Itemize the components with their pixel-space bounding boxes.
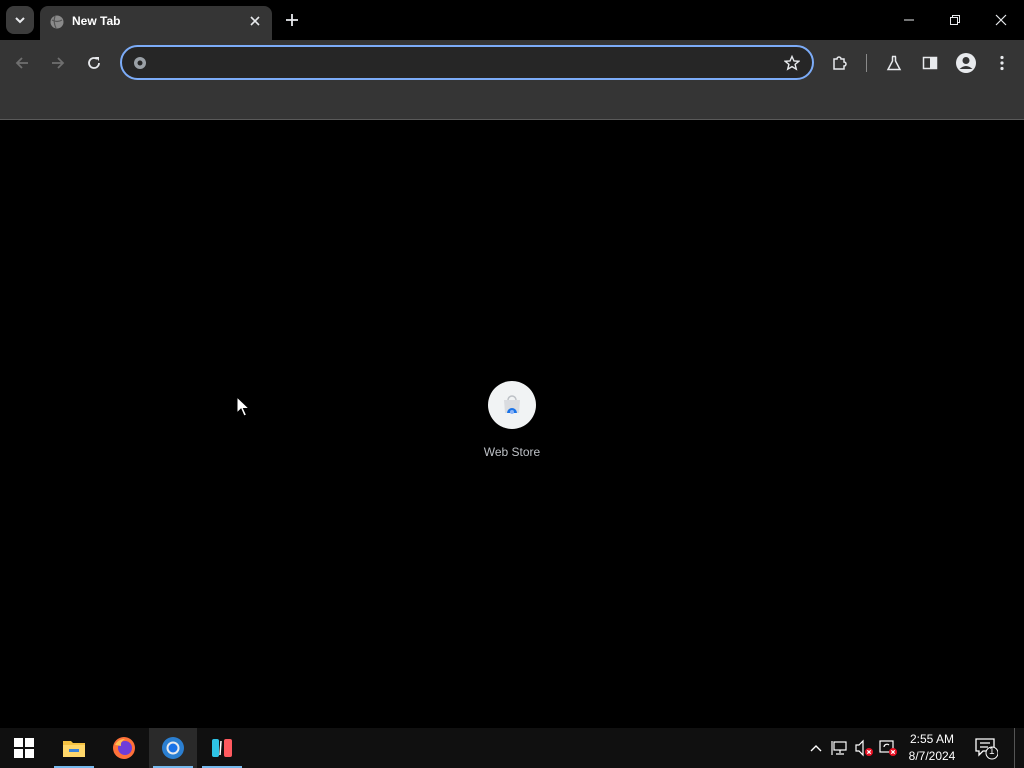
back-button[interactable] — [8, 49, 36, 77]
title-bar: New Tab — [0, 0, 1024, 40]
update-error-icon — [879, 740, 897, 756]
taskbar-file-explorer[interactable] — [50, 728, 98, 768]
browser-toolbar — [0, 40, 1024, 86]
restore-button[interactable] — [932, 0, 978, 40]
tab-new-tab[interactable]: New Tab — [40, 6, 272, 40]
close-tab-button[interactable] — [246, 12, 264, 30]
plus-icon — [286, 14, 298, 26]
clock-date: 8/7/2024 — [908, 749, 956, 763]
chrome-logo-icon — [134, 57, 146, 69]
globe-icon — [50, 15, 64, 29]
menu-button[interactable] — [988, 49, 1016, 77]
clock-time: 2:55 AM — [909, 732, 955, 746]
windows-logo-icon — [14, 738, 34, 758]
side-panel-button[interactable] — [916, 49, 944, 77]
shortcut-web-store[interactable]: Web Store — [472, 381, 552, 471]
arrow-right-icon — [52, 57, 65, 69]
star-icon — [784, 55, 800, 71]
minimize-icon — [904, 19, 914, 21]
mouse-cursor-icon — [236, 396, 250, 417]
chevron-up-icon — [810, 745, 822, 752]
close-icon — [995, 14, 1007, 26]
network-icon — [831, 741, 847, 755]
tab-search-button[interactable] — [6, 6, 34, 34]
puzzle-icon — [833, 56, 847, 70]
firefox-icon — [113, 737, 135, 759]
new-tab-page: Web Store — [0, 121, 1024, 728]
volume-muted-icon — [855, 739, 873, 757]
kebab-menu-icon — [1000, 55, 1004, 71]
restore-icon — [950, 15, 960, 25]
profile-button[interactable] — [952, 49, 980, 77]
bookmark-button[interactable] — [782, 53, 802, 73]
update-tray-icon[interactable] — [878, 738, 898, 758]
editor-icon — [212, 739, 232, 757]
tab-title: New Tab — [72, 14, 121, 28]
address-input[interactable] — [156, 53, 756, 73]
taskbar-editor[interactable] — [198, 728, 246, 768]
reload-icon — [88, 57, 100, 69]
show-hidden-icons-button[interactable] — [806, 738, 826, 758]
minimize-button[interactable] — [886, 0, 932, 40]
show-desktop-button[interactable] — [1014, 728, 1015, 768]
avatar-icon — [956, 53, 976, 73]
chevron-down-icon — [15, 17, 25, 24]
forward-button[interactable] — [44, 49, 72, 77]
windows-taskbar: 2:55 AM 8/7/2024 1 — [0, 728, 1024, 768]
notification-center-button[interactable]: 1 — [974, 736, 999, 760]
network-tray-icon[interactable] — [830, 738, 850, 758]
arrow-left-icon — [15, 57, 28, 69]
chrome-icon — [162, 737, 184, 759]
reload-button[interactable] — [80, 49, 108, 77]
close-icon — [250, 16, 260, 26]
labs-button[interactable] — [880, 49, 908, 77]
new-tab-button[interactable] — [280, 8, 304, 32]
address-bar[interactable] — [120, 45, 814, 80]
extensions-button[interactable] — [826, 49, 854, 77]
bookmarks-bar — [0, 86, 1024, 120]
side-panel-icon — [922, 56, 938, 70]
volume-tray-icon[interactable] — [854, 738, 874, 758]
web-store-icon — [504, 395, 520, 414]
toolbar-separator — [866, 54, 867, 72]
taskbar-clock[interactable]: 2:55 AM 8/7/2024 — [904, 731, 960, 765]
folder-icon — [63, 741, 85, 757]
flask-icon — [886, 55, 902, 71]
taskbar-firefox[interactable] — [100, 728, 148, 768]
shortcut-tile — [488, 381, 536, 429]
close-window-button[interactable] — [978, 0, 1024, 40]
taskbar-chrome[interactable] — [149, 728, 197, 768]
notification-count: 1 — [989, 746, 995, 757]
start-button[interactable] — [0, 728, 48, 768]
shortcut-label: Web Store — [483, 445, 541, 459]
